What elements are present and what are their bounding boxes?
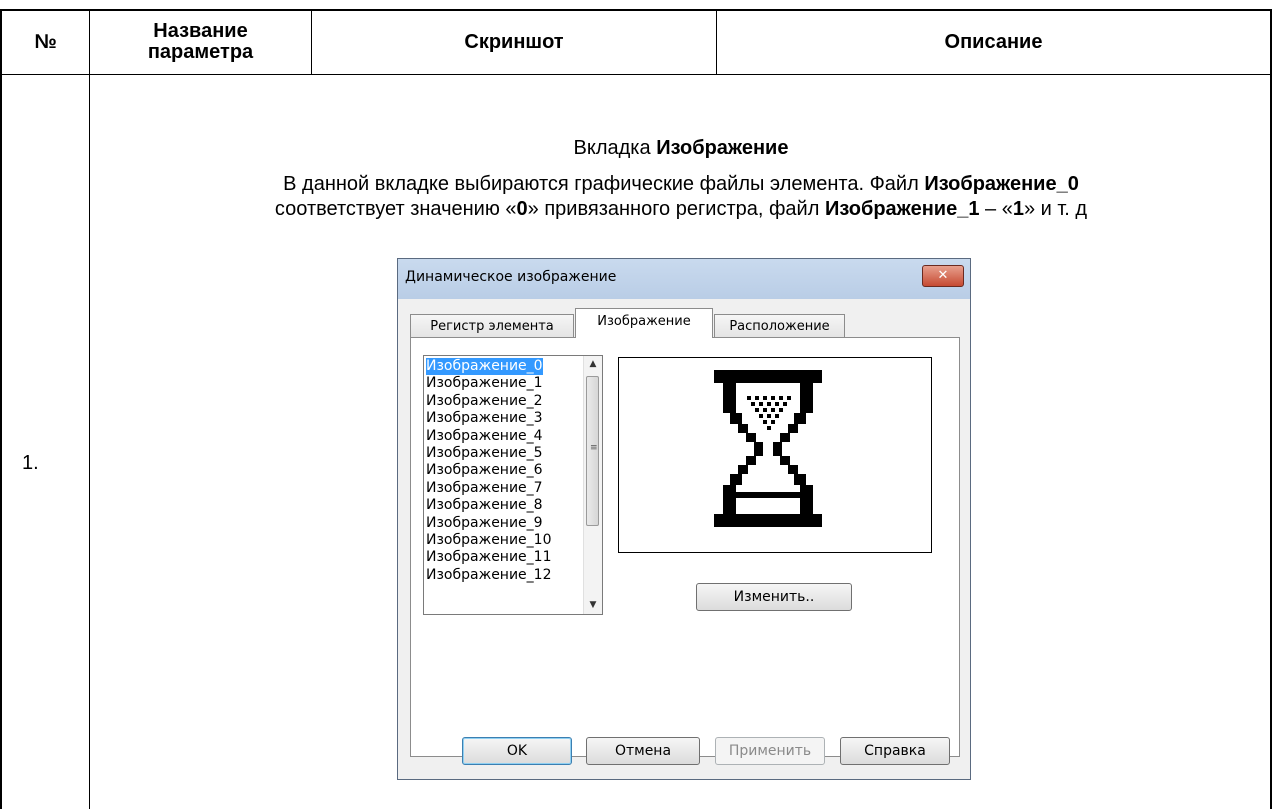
list-item[interactable]: Изображение_4 — [426, 428, 543, 445]
header-name-line2: параметра — [147, 41, 254, 63]
list-item[interactable]: Изображение_12 — [426, 567, 552, 584]
close-icon: ✕ — [937, 268, 949, 283]
tab-position[interactable]: Расположение — [714, 314, 845, 338]
section-bold: Изображение — [656, 137, 789, 159]
header-name-line1: Название — [153, 20, 248, 42]
list-item[interactable]: Изображение_2 — [426, 393, 543, 410]
header-divider — [0, 74, 1272, 75]
cancel-button[interactable]: Отмена — [586, 737, 700, 765]
tab-image[interactable]: Изображение — [575, 308, 713, 338]
desc-line2-d: Изображение_1 — [824, 198, 980, 220]
scroll-up-arrow-icon[interactable]: ▲ — [584, 356, 602, 373]
listbox-scrollbar[interactable]: ▲ ≡ ▼ — [583, 356, 602, 614]
scroll-thumb[interactable]: ≡ — [586, 376, 599, 526]
list-item[interactable]: Изображение_0 — [426, 358, 543, 375]
header-description: Описание — [944, 30, 1043, 53]
desc-line2-f: 1 — [1012, 198, 1024, 220]
apply-button[interactable]: Применить — [715, 737, 825, 765]
header-name: Название параметра — [90, 10, 311, 74]
help-button[interactable]: Справка — [840, 737, 950, 765]
scroll-down-arrow-icon[interactable]: ▼ — [584, 597, 602, 614]
hourglass-icon — [714, 370, 822, 527]
list-item[interactable]: Изображение_3 — [426, 410, 543, 427]
dialog-titlebar[interactable]: Динамическое изображение ✕ — [398, 259, 970, 299]
change-button[interactable]: Изменить.. — [696, 583, 852, 611]
grip-icon: ≡ — [590, 443, 598, 453]
desc-line1-text: В данной вкладке выбираются графические … — [283, 173, 925, 195]
desc-line2-g: » и т. д — [1023, 198, 1088, 220]
dialog-client: Регистр элемента Изображение Расположени… — [406, 299, 962, 773]
desc-line2-c: » привязанного регистра, файл — [527, 198, 825, 220]
description-line-1: В данной вкладке выбираются графические … — [90, 173, 1272, 196]
list-item[interactable]: Изображение_8 — [426, 497, 543, 514]
tab-element-register[interactable]: Регистр элемента — [410, 314, 574, 338]
list-item[interactable]: Изображение_10 — [426, 532, 552, 549]
description-line-2: соответствует значению «0» привязанного … — [90, 198, 1272, 221]
list-item[interactable]: Изображение_11 — [426, 549, 552, 566]
table-left-border — [0, 9, 2, 809]
dynamic-image-dialog: Динамическое изображение ✕ Регистр элеме… — [397, 258, 971, 780]
header-num: № — [34, 30, 57, 53]
desc-line1-bold: Изображение_0 — [924, 173, 1079, 195]
desc-line2-a: соответствует значению « — [274, 198, 517, 220]
desc-line2-b: 0 — [516, 198, 528, 220]
row-number: 1. — [22, 452, 39, 474]
desc-line2-e: – « — [979, 198, 1013, 220]
dialog-title: Динамическое изображение — [405, 269, 617, 285]
image-preview — [618, 357, 932, 553]
list-item[interactable]: Изображение_1 — [426, 375, 543, 392]
section-title: Вкладка Изображение — [90, 137, 1272, 160]
header-screenshot: Скриншот — [464, 30, 564, 53]
col-divider-1 — [89, 9, 90, 809]
close-button[interactable]: ✕ — [922, 265, 964, 287]
image-listbox[interactable]: ▲ ≡ ▼ Изображение_0 Изображение_1 Изображе… — [423, 355, 603, 615]
list-item[interactable]: Изображение_5 — [426, 445, 543, 462]
list-item[interactable]: Изображение_9 — [426, 515, 543, 532]
list-item[interactable]: Изображение_7 — [426, 480, 543, 497]
section-prefix: Вкладка — [573, 137, 657, 159]
ok-button[interactable]: OK — [462, 737, 572, 765]
list-item[interactable]: Изображение_6 — [426, 462, 543, 479]
